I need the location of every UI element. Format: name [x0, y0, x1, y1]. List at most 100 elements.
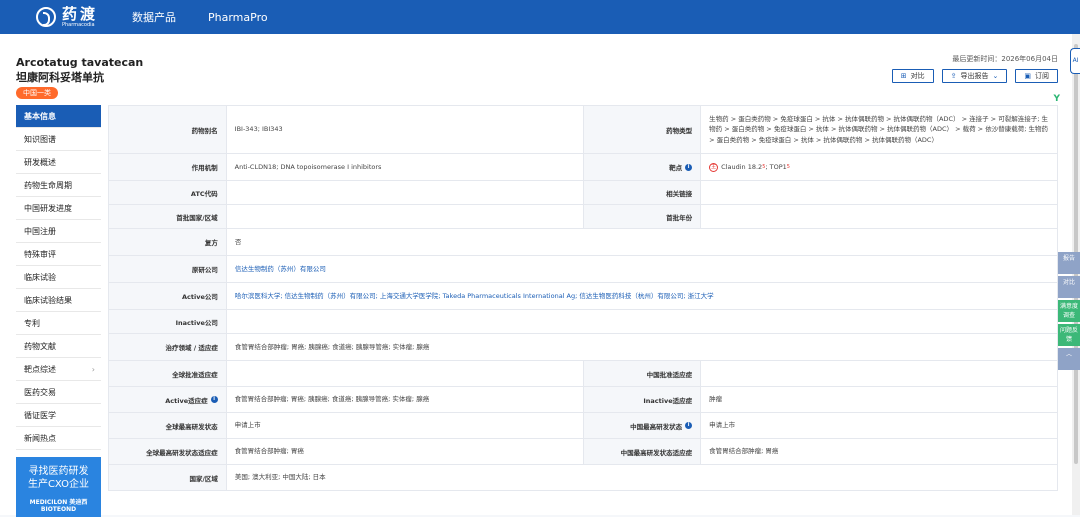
nav-pharmapro[interactable]: PharmaPro — [208, 11, 268, 24]
leaf-icon[interactable]: Y — [1053, 94, 1060, 104]
floating-toolbar: 报告 对比 满意度调查 问题反馈 ︿ — [1058, 252, 1080, 372]
china-status-indication-label: 中国最高研发状态适应症 — [583, 439, 702, 464]
global-approved-label: 全球批准适应症 — [109, 361, 227, 386]
table-row: Active适应症 i 食管胃结合部肿瘤; 胃癌; 胰腺癌; 食道癌; 胰腺导管癌… — [109, 387, 1058, 413]
drug-name-en: Arcotatug tavatecan — [16, 56, 144, 69]
global-status-label: 全球最高研发状态 — [109, 413, 227, 438]
chevron-right-icon: › — [91, 365, 95, 374]
inactive-indication-value: 肿瘤 — [701, 387, 1058, 412]
export-icon: ⇪ — [950, 72, 957, 80]
sidebar-item-evidence[interactable]: 循证医学 — [16, 404, 101, 427]
therapeutic-area-label: 治疗领域 / 适应症 — [109, 334, 227, 360]
country-value: 美国; 澳大利亚; 中国大陆; 日本 — [227, 465, 1058, 490]
compare-button[interactable]: ⊞ 对比 — [891, 69, 934, 83]
logo[interactable]: 药渡 Pharmacodia — [36, 4, 116, 28]
drug-name-cn: 坦康阿科妥塔单抗 — [16, 71, 104, 84]
table-row: ATC代码 相关链接 — [109, 181, 1058, 205]
float-feedback-button[interactable]: 问题反馈 — [1058, 324, 1080, 346]
top-navbar: 药渡 Pharmacodia 数据产品 PharmaPro — [0, 0, 1080, 34]
sidebar-item-china-registration[interactable]: 中国注册 — [16, 220, 101, 243]
first-year-label: 首批年份 — [583, 205, 702, 228]
subscribe-icon: ▣ — [1024, 72, 1031, 80]
sidebar-item-deals[interactable]: 医药交易 — [16, 381, 101, 404]
target-icon: 主 — [709, 162, 719, 172]
last-updated: 最后更新时间：2026年06月04日 — [952, 55, 1058, 63]
global-status-indication-value: 食管胃结合部肿瘤; 胃癌 — [227, 439, 584, 464]
sidebar-item-basic-info[interactable]: 基本信息 — [16, 105, 101, 128]
type-label: 药物类型 — [583, 106, 702, 153]
table-row: 治疗领域 / 适应症 食管胃结合部肿瘤; 胃癌; 胰腺癌; 食道癌; 胰腺导管癌… — [109, 334, 1058, 361]
country-label: 国家/区域 — [109, 465, 227, 490]
table-row: 全球最高研发状态 申请上市 中国最高研发状态 i 申请上市 — [109, 413, 1058, 439]
alias-value: IBI-343; IBI343 — [227, 106, 584, 153]
sidebar-item-news[interactable]: 新闻热点 — [16, 427, 101, 450]
sidebar-item-patents[interactable]: 专利 — [16, 312, 101, 335]
logo-text-en: Pharmacodia — [62, 21, 95, 28]
float-compare-button[interactable]: 对比 — [1058, 276, 1080, 298]
table-row: 首批国家/区域 首批年份 — [109, 205, 1058, 229]
china-status-value: 申请上市 — [701, 413, 1058, 438]
export-report-button[interactable]: ⇪ 导出报告 ⌄ — [941, 69, 1008, 83]
target-claudin-link[interactable]: Claudin 18.2 — [721, 162, 762, 173]
sidebar-item-trial-results[interactable]: 临床试验结果 — [16, 289, 101, 312]
sidebar-item-target-review[interactable]: 靶点综述 › — [16, 358, 101, 381]
sidebar: 基本信息 知识图谱 研发概述 药物生命周期 中国研发进度 中国注册 特殊审评 临… — [16, 105, 101, 517]
chevron-down-icon: ⌄ — [992, 72, 999, 80]
global-status-indication-label: 全球最高研发状态适应症 — [109, 439, 227, 464]
compound-label: 复方 — [109, 229, 227, 255]
first-country-value — [227, 205, 584, 228]
promo-banner[interactable]: 寻找医药研发 生产CXO企业 MEDICILON 美迪西 BIOTEOND — [16, 457, 101, 517]
china-status-label: 中国最高研发状态 i — [583, 413, 702, 438]
float-survey-button[interactable]: 满意度调查 — [1058, 300, 1080, 322]
active-indication-label: Active适应症 i — [109, 387, 227, 412]
info-icon[interactable]: i — [685, 422, 693, 429]
category-badge: 中国一类 — [16, 87, 58, 99]
table-row: 药物别名 IBI-343; IBI343 药物类型 生物药 > 蛋白类药物 > … — [109, 106, 1058, 154]
compound-value: 否 — [227, 229, 1058, 255]
sidebar-item-clinical-trials[interactable]: 临床试验 — [16, 266, 101, 289]
active-indication-value: 食管胃结合部肿瘤; 胃癌; 胰腺癌; 食道癌; 胰腺导管癌; 实体瘤; 腺癌 — [227, 387, 584, 412]
inactive-company-label: Inactive公司 — [109, 310, 227, 333]
basic-info-table: 药物别名 IBI-343; IBI343 药物类型 生物药 > 蛋白类药物 > … — [108, 105, 1058, 491]
main-content: Arcotatug tavatecan 坦康阿科妥塔单抗 中国一类 最后更新时间… — [0, 34, 1072, 517]
inactive-indication-label: Inactive适应症 — [583, 387, 702, 412]
target-sup-2: 5 — [786, 163, 790, 170]
type-value: 生物药 > 蛋白类药物 > 免疫球蛋白 > 抗体 > 抗体偶联药物 > 抗体偶联… — [701, 106, 1058, 153]
atc-value — [227, 181, 584, 204]
target-label: 靶点 i — [583, 154, 702, 180]
first-country-label: 首批国家/区域 — [109, 205, 227, 228]
back-to-top-icon[interactable]: ︿ — [1058, 348, 1080, 370]
table-row: 国家/区域 美国; 澳大利亚; 中国大陆; 日本 — [109, 465, 1058, 491]
logo-text-cn: 药渡 — [62, 4, 99, 23]
promo-brand: MEDICILON 美迪西 BIOTEOND — [29, 499, 88, 513]
active-company-links[interactable]: 哈尔滨医科大学; 信达生物制药（苏州）有限公司; 上海交通大学医学院; Take… — [227, 283, 1058, 309]
info-icon[interactable]: i — [210, 396, 218, 403]
table-row: 作用机制 Anti-CLDN18; DNA topoisomerase I in… — [109, 154, 1058, 181]
sidebar-item-knowledge-graph[interactable]: 知识图谱 — [16, 128, 101, 151]
logo-mark-icon — [36, 7, 56, 27]
table-row: 全球批准适应症 中国批准适应症 — [109, 361, 1058, 387]
originator-link[interactable]: 信达生物制药（苏州）有限公司 — [227, 256, 1058, 282]
mechanism-label: 作用机制 — [109, 154, 227, 180]
sidebar-item-literature[interactable]: 药物文献 — [16, 335, 101, 358]
float-report-button[interactable]: 报告 — [1058, 252, 1080, 274]
subscribe-button[interactable]: ▣ 订阅 — [1015, 69, 1058, 83]
table-row: 原研公司 信达生物制药（苏州）有限公司 — [109, 256, 1058, 283]
target-value: 主 Claudin 18.2 5; TOP1 5 — [701, 154, 1058, 180]
ai-assistant-button[interactable]: AI — [1070, 48, 1080, 74]
info-icon[interactable]: i — [685, 163, 693, 171]
therapeutic-area-value: 食管胃结合部肿瘤; 胃癌; 胰腺癌; 食道癌; 胰腺导管癌; 实体瘤; 腺癌 — [227, 334, 1058, 360]
global-status-value: 申请上市 — [227, 413, 584, 438]
nav-data-products[interactable]: 数据产品 — [132, 9, 176, 25]
table-row: 复方 否 — [109, 229, 1058, 256]
alias-label: 药物别名 — [109, 106, 227, 153]
sidebar-item-lifecycle[interactable]: 药物生命周期 — [16, 174, 101, 197]
related-links-value — [701, 181, 1058, 204]
sidebar-item-special-review[interactable]: 特殊审评 — [16, 243, 101, 266]
sidebar-item-rd-overview[interactable]: 研发概述 — [16, 151, 101, 174]
table-row: 全球最高研发状态适应症 食管胃结合部肿瘤; 胃癌 中国最高研发状态适应症 食管胃… — [109, 439, 1058, 465]
active-company-label: Active公司 — [109, 283, 227, 309]
related-links-label: 相关链接 — [583, 181, 702, 204]
table-row: Inactive公司 — [109, 310, 1058, 334]
sidebar-item-china-progress[interactable]: 中国研发进度 — [16, 197, 101, 220]
